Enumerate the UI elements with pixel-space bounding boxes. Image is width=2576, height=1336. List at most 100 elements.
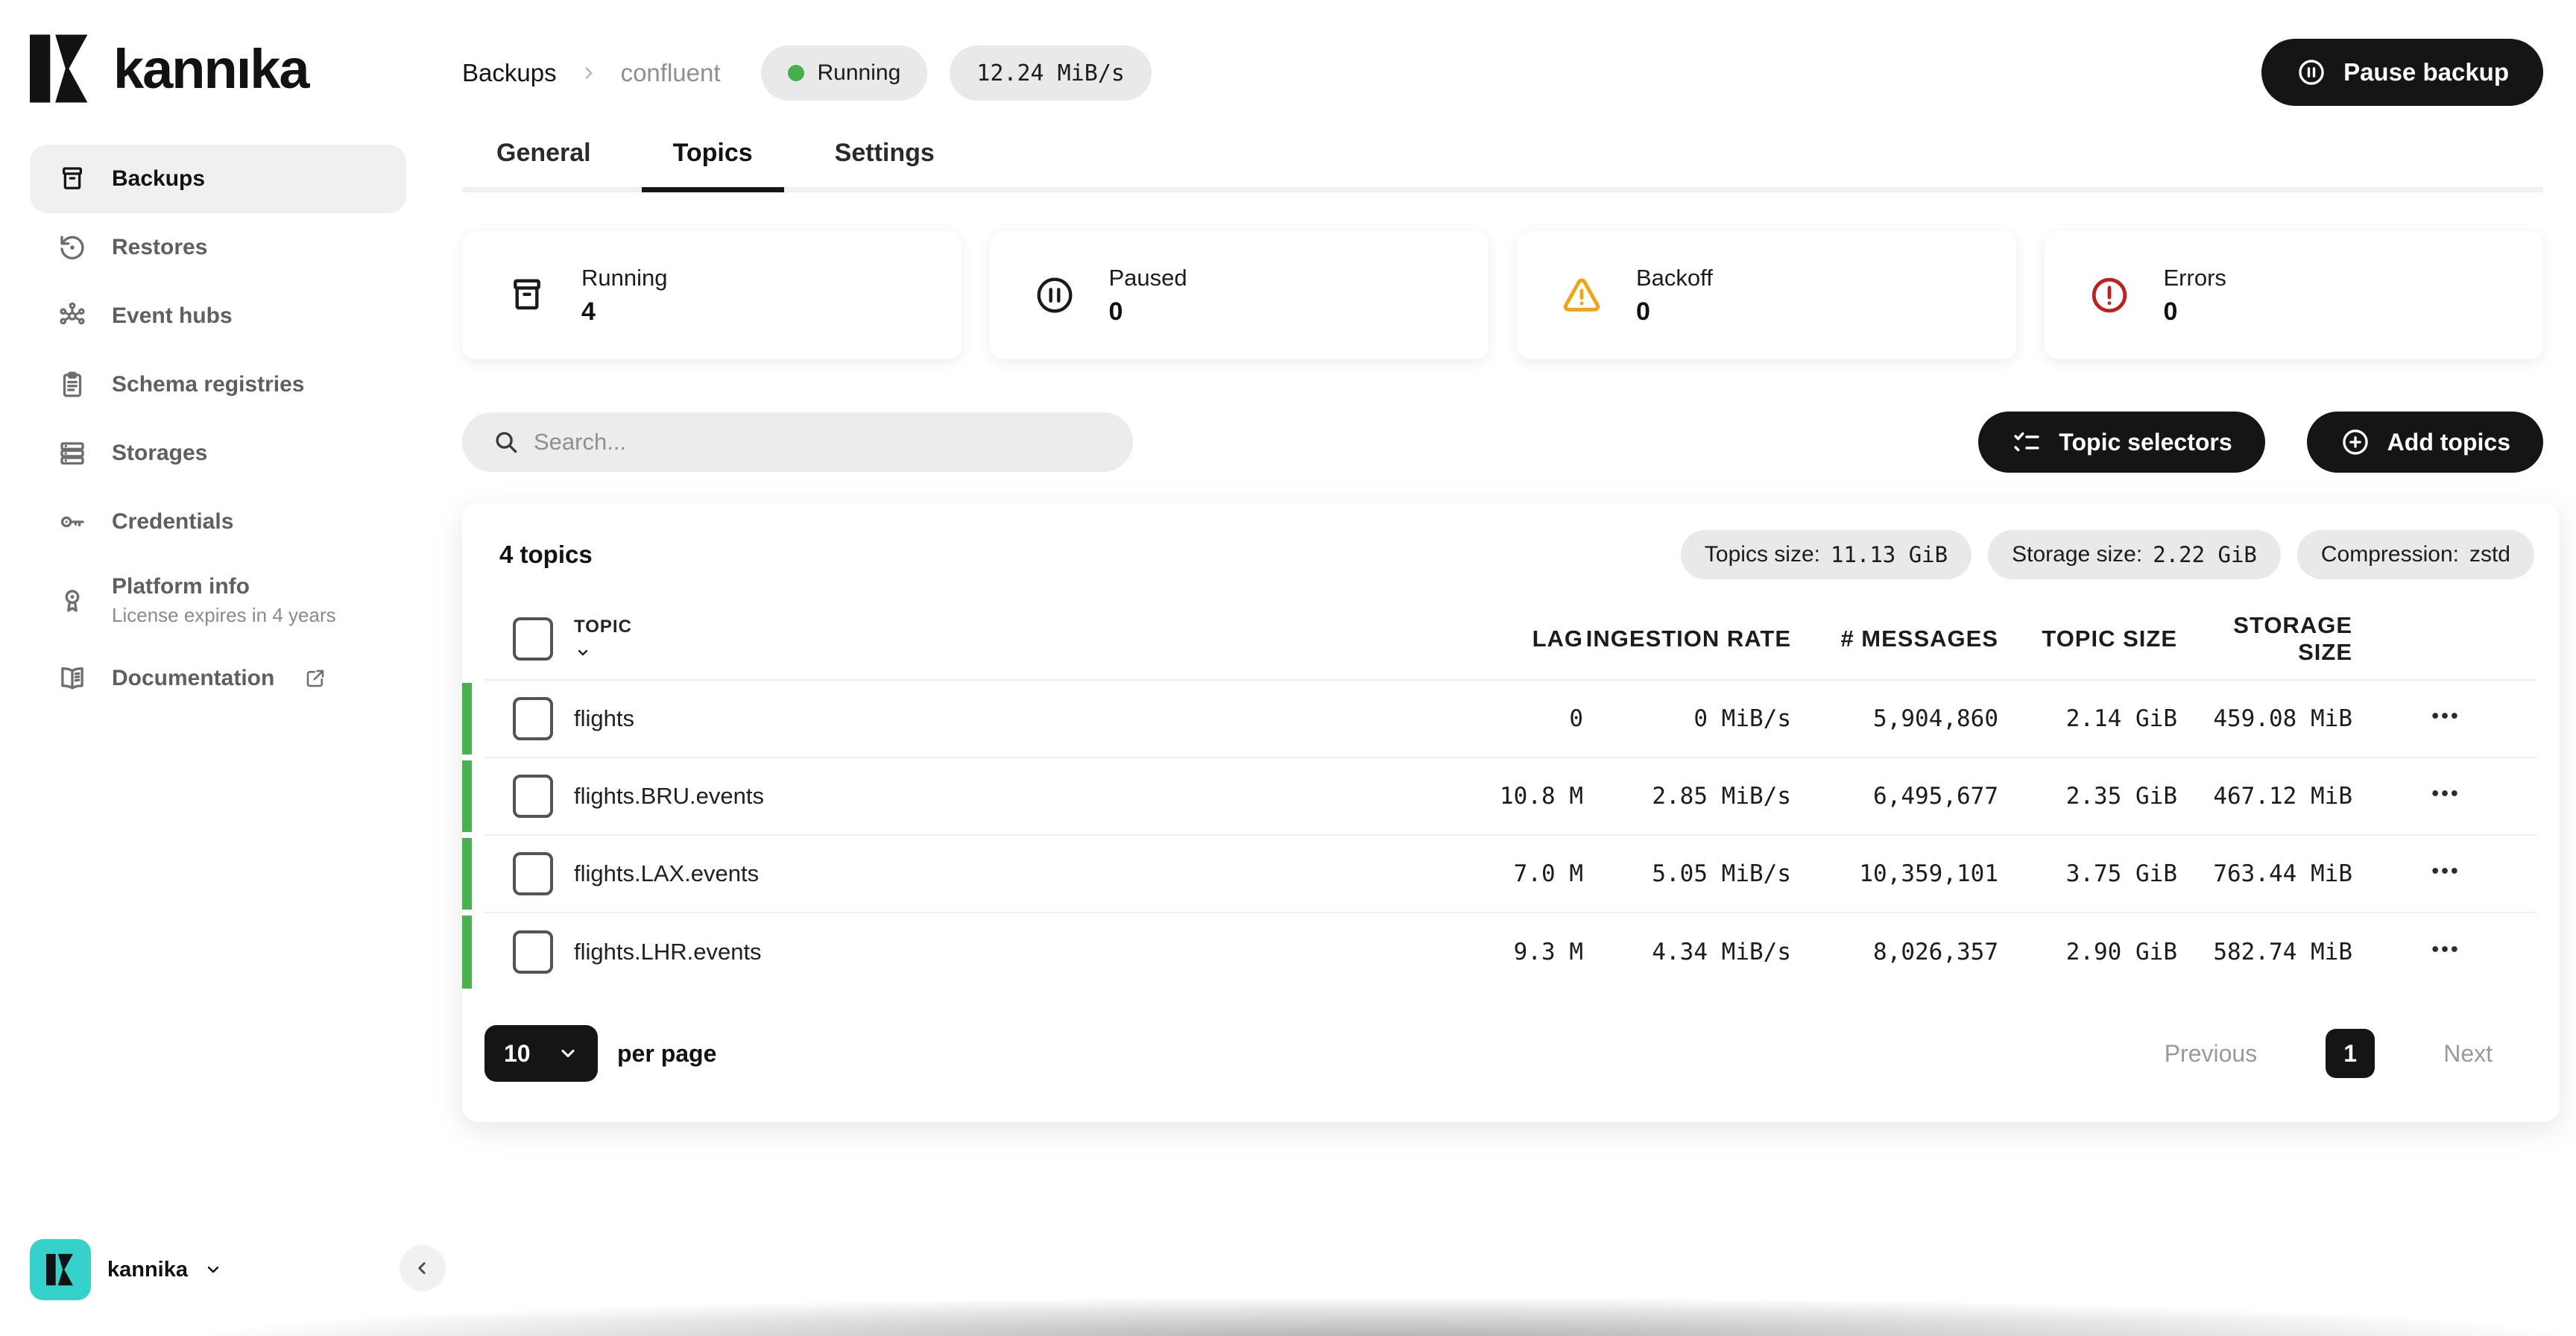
table-row: flights.BRU.events 10.8 M 2.85 MiB/s 6,4… xyxy=(484,758,2537,836)
search-input[interactable] xyxy=(534,429,1055,456)
column-header-storage-size[interactable]: Storage size xyxy=(2177,612,2352,666)
sidebar-collapse-button[interactable] xyxy=(400,1245,446,1291)
row-checkbox[interactable] xyxy=(513,775,553,818)
column-header-topic[interactable]: Topic xyxy=(574,617,1471,637)
add-topics-button[interactable]: Add topics xyxy=(2307,412,2543,473)
column-header-ingestion-rate[interactable]: Ingestion rate xyxy=(1583,626,1791,652)
ingestion-rate-value: 5.05 MiB/s xyxy=(1583,860,1791,887)
user-avatar xyxy=(30,1239,91,1300)
lag-value: 0 xyxy=(1471,705,1583,732)
topic-name[interactable]: flights.LHR.events xyxy=(574,939,1471,965)
storage-size-badge: Storage size: 2.22 GiB xyxy=(1988,530,2281,579)
row-actions-ellipsis-icon[interactable] xyxy=(2428,854,2461,887)
license-status-text: License expires in 4 years xyxy=(112,604,336,627)
status-dot-icon xyxy=(788,65,804,81)
chevron-left-icon xyxy=(413,1258,432,1278)
badge-label: Storage size: xyxy=(2012,542,2142,567)
kannika-k-icon xyxy=(30,33,91,104)
sidebar-item-label: Credentials xyxy=(112,509,233,535)
topic-name[interactable]: flights.BRU.events xyxy=(574,783,1471,810)
error-circle-icon xyxy=(2088,274,2131,317)
topics-size-badge: Topics size: 11.13 GiB xyxy=(1681,530,1972,579)
current-page-button[interactable]: 1 xyxy=(2326,1029,2375,1078)
page-size-select[interactable]: 10 xyxy=(484,1025,598,1082)
next-page-button[interactable]: Next xyxy=(2443,1040,2493,1068)
throughput-badge: 12.24 MiB/s xyxy=(950,45,1152,101)
sidebar-item-label: Platform info xyxy=(112,574,336,599)
badge-label: Topics size: xyxy=(1705,542,1820,567)
tab-settings[interactable]: Settings xyxy=(804,125,966,192)
sidebar-item-documentation[interactable]: Documentation xyxy=(30,644,406,713)
sidebar-item-label: Event hubs xyxy=(112,303,233,329)
plus-circle-icon xyxy=(2340,426,2371,458)
external-link-icon xyxy=(304,667,326,690)
status-badge-label: Running xyxy=(818,60,901,86)
topics-panel: 4 topics Topics size: 11.13 GiB Storage … xyxy=(462,503,2560,1122)
breadcrumb-root[interactable]: Backups xyxy=(462,59,557,87)
row-actions-ellipsis-icon[interactable] xyxy=(2428,777,2461,810)
select-all-checkbox[interactable] xyxy=(513,617,553,661)
row-actions-ellipsis-icon[interactable] xyxy=(2428,933,2461,965)
storage-size-value: 763.44 MiB xyxy=(2177,860,2352,887)
sidebar-item-backups[interactable]: Backups xyxy=(30,145,406,213)
card-backoff: Backoff 0 xyxy=(1517,231,2016,359)
topic-name[interactable]: flights.LAX.events xyxy=(574,860,1471,887)
sidebar-item-platform-info[interactable]: Platform info License expires in 4 years xyxy=(30,556,406,644)
row-checkbox[interactable] xyxy=(513,852,553,895)
lag-value: 10.8 M xyxy=(1471,783,1583,810)
row-checkbox[interactable] xyxy=(513,930,553,974)
card-paused: Paused 0 xyxy=(990,231,1489,359)
previous-page-button[interactable]: Previous xyxy=(2165,1040,2258,1068)
topic-size-value: 2.35 GiB xyxy=(1998,783,2177,810)
compression-badge: Compression: zstd xyxy=(2297,530,2534,579)
card-errors: Errors 0 xyxy=(2045,231,2544,359)
breadcrumb-current: confluent xyxy=(621,59,721,87)
messages-value: 5,904,860 xyxy=(1791,705,1998,732)
card-label: Running xyxy=(581,265,667,292)
brand-logo: kannıka xyxy=(30,30,406,107)
badge-label: Compression: xyxy=(2321,542,2459,567)
sidebar: kannıka Backups Restores Event hubs Sche… xyxy=(30,30,406,713)
sort-chevron-down-icon[interactable] xyxy=(574,643,592,661)
card-value: 0 xyxy=(1109,297,1187,327)
tab-topics[interactable]: Topics xyxy=(642,125,784,192)
topic-size-value: 2.14 GiB xyxy=(1998,705,2177,732)
sidebar-item-event-hubs[interactable]: Event hubs xyxy=(30,282,406,350)
hub-icon xyxy=(57,300,88,332)
pagination: 10 per page Previous 1 Next xyxy=(484,1025,2537,1082)
row-checkbox[interactable] xyxy=(513,697,553,740)
sidebar-item-restores[interactable]: Restores xyxy=(30,213,406,282)
topic-selectors-button[interactable]: Topic selectors xyxy=(1978,412,2264,473)
column-header-topic-size[interactable]: Topic size xyxy=(1998,626,2177,652)
search-icon xyxy=(492,428,520,456)
topics-toolbar: Topic selectors Add topics xyxy=(462,412,2543,473)
column-header-messages[interactable]: # Messages xyxy=(1791,626,1998,652)
main-content: Backups confluent Running 12.24 MiB/s Pa… xyxy=(462,0,2560,1336)
topic-status-bar xyxy=(462,838,472,910)
sidebar-item-schema-registries[interactable]: Schema registries xyxy=(30,350,406,419)
pause-backup-label: Pause backup xyxy=(2343,58,2509,86)
table-body: flights 0 0 MiB/s 5,904,860 2.14 GiB 459… xyxy=(484,681,2537,991)
topic-size-value: 3.75 GiB xyxy=(1998,860,2177,887)
row-actions-ellipsis-icon[interactable] xyxy=(2428,699,2461,732)
ingestion-rate-value: 4.34 MiB/s xyxy=(1583,939,1791,965)
card-value: 4 xyxy=(581,297,667,327)
table-row: flights.LHR.events 9.3 M 4.34 MiB/s 8,02… xyxy=(484,913,2537,991)
archive-icon xyxy=(505,274,549,317)
topic-name[interactable]: flights xyxy=(574,705,1471,732)
card-value: 0 xyxy=(1636,297,1713,327)
storage-size-value: 459.08 MiB xyxy=(2177,705,2352,732)
search-box[interactable] xyxy=(462,412,1133,472)
per-page-label: per page xyxy=(617,1040,716,1068)
topic-status-bar xyxy=(462,916,472,989)
add-topics-label: Add topics xyxy=(2387,429,2510,456)
sidebar-item-credentials[interactable]: Credentials xyxy=(30,488,406,556)
tab-general[interactable]: General xyxy=(465,125,622,192)
user-menu[interactable]: kannika xyxy=(30,1239,222,1300)
table-row: flights 0 0 MiB/s 5,904,860 2.14 GiB 459… xyxy=(484,681,2537,758)
pause-backup-button[interactable]: Pause backup xyxy=(2261,39,2543,106)
page-size-value: 10 xyxy=(504,1040,531,1068)
column-header-lag[interactable]: Lag xyxy=(1471,626,1583,652)
archive-icon xyxy=(57,163,88,195)
sidebar-item-storages[interactable]: Storages xyxy=(30,419,406,488)
